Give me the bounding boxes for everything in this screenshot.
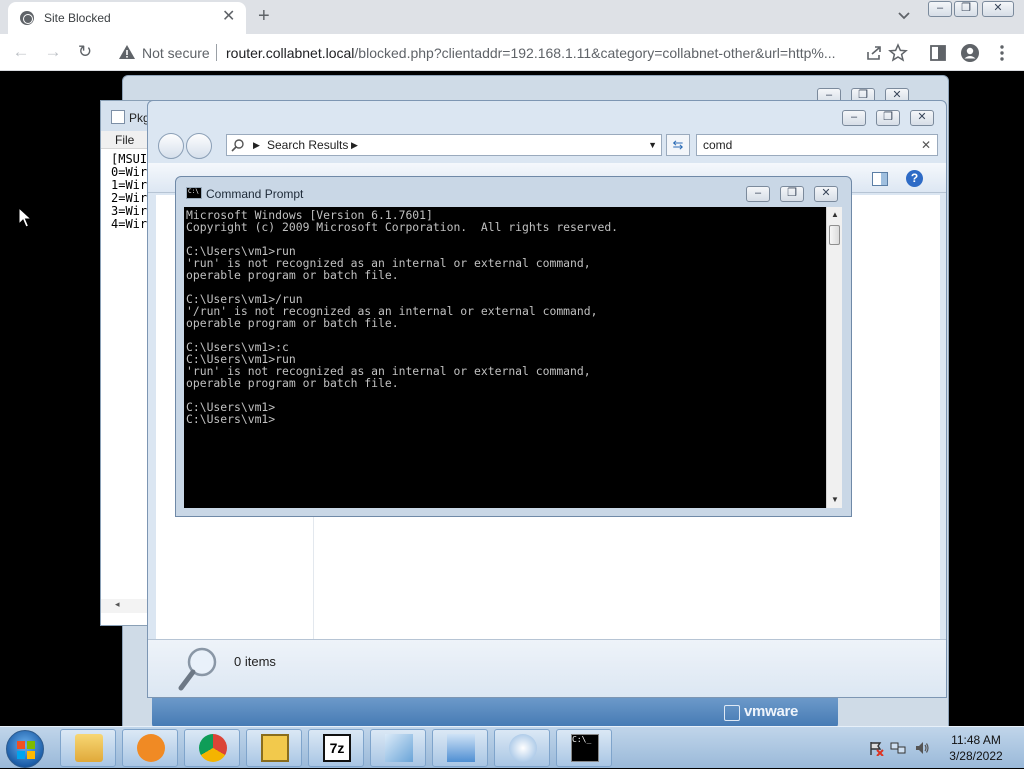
clear-search-icon[interactable]: ✕: [921, 138, 931, 152]
vmware-bar: vmware: [152, 698, 838, 728]
clock-time: 11:48 AM: [951, 733, 1001, 747]
volume-icon[interactable]: [914, 740, 930, 756]
scroll-left-arrow-icon[interactable]: ◂: [115, 599, 120, 609]
address-bar[interactable]: Not secure router.collabnet.local/blocke…: [104, 37, 884, 67]
control-panel-icon: [447, 734, 475, 762]
url-text[interactable]: router.collabnet.local/blocked.php?clien…: [226, 45, 854, 61]
scroll-thumb[interactable]: [829, 225, 840, 245]
system-tray: 11:48 AM 3/28/2022: [864, 727, 1024, 769]
taskbar-media-player[interactable]: [122, 729, 178, 767]
vmware-logo-icon: [724, 705, 740, 721]
url-host: router.collabnet.local: [226, 45, 355, 61]
browser-toolbar: ← → ↻ Not secure router.collabnet.local/…: [0, 34, 1024, 71]
magnifier-icon: [178, 647, 217, 691]
taskbar-command-prompt[interactable]: C:\_: [556, 729, 612, 767]
command-prompt-window[interactable]: Command Prompt – ❐ ✕ Microsoft Windows […: [175, 176, 852, 517]
taskbar-control-panel[interactable]: [432, 729, 488, 767]
action-center-flag-icon[interactable]: [868, 740, 884, 757]
mouse-cursor-icon: [18, 207, 32, 228]
details-pane: 0 items: [148, 639, 946, 697]
explorer-search-input[interactable]: comd ✕: [696, 134, 938, 156]
preview-pane-icon[interactable]: [872, 172, 888, 186]
notepad-line: 4=Wir: [111, 217, 148, 231]
vm-desktop: – ❐ ✕ vmware Pkg File [MSUI 0=Wir 1=Wir 2=W…: [0, 72, 1024, 768]
address-dropdown-icon[interactable]: ▼: [648, 140, 657, 150]
help-icon[interactable]: ?: [906, 170, 923, 187]
reload-icon[interactable]: ↻: [74, 41, 96, 63]
scroll-down-arrow-icon[interactable]: ▼: [831, 495, 839, 504]
breadcrumb-arrow-icon[interactable]: ▶: [351, 140, 358, 151]
restore-button[interactable]: ❐: [954, 1, 978, 17]
security-label[interactable]: Not secure: [142, 45, 210, 61]
forward-arrow-icon[interactable]: →: [42, 41, 64, 63]
omnibox-divider: [216, 44, 217, 61]
url-path: /blocked.php?clientaddr=192.168.1.11&cat…: [354, 45, 836, 61]
console-vscrollbar[interactable]: ▲ ▼: [826, 207, 842, 508]
kebab-menu-icon[interactable]: [992, 43, 1012, 63]
taskbar-chrome[interactable]: [184, 729, 240, 767]
browser-tabstrip: Site Blocked ✕ + – ❐ ✕: [0, 0, 1024, 34]
menu-file[interactable]: File: [115, 133, 134, 147]
taskbar-package[interactable]: [246, 729, 302, 767]
windows-taskbar: 7z C:\_ 11:48 AM 3/28/2022: [0, 726, 1024, 768]
network-icon[interactable]: [890, 740, 906, 756]
console-output[interactable]: Microsoft Windows [Version 6.1.7601] Cop…: [184, 207, 826, 508]
notepad-text[interactable]: [MSUI 0=Wir 1=Wir 2=Wir 3=Wir 4=Wir: [111, 153, 147, 231]
installer-icon: [509, 734, 537, 762]
explorer-minimize-button[interactable]: –: [842, 110, 866, 126]
search-icon: [231, 139, 244, 152]
tab-search-icon[interactable]: [896, 8, 912, 24]
new-tab-button[interactable]: +: [258, 5, 270, 27]
clock-date: 3/28/2022: [949, 749, 1003, 763]
back-arrow-icon[interactable]: ←: [10, 41, 32, 63]
scroll-up-arrow-icon[interactable]: ▲: [831, 210, 839, 219]
taskbar-explorer[interactable]: [60, 729, 116, 767]
folder-icon: [75, 734, 103, 762]
command-prompt-title: Command Prompt: [206, 187, 304, 201]
tab-close-button[interactable]: ✕: [222, 8, 235, 26]
item-count: 0 items: [234, 654, 276, 669]
cmd-minimize-button[interactable]: –: [746, 186, 770, 202]
taskbar-notepad[interactable]: [370, 729, 426, 767]
vmware-logo: vmware: [744, 703, 799, 720]
taskbar-7zip[interactable]: 7z: [308, 729, 364, 767]
notepad-icon: [111, 110, 125, 124]
side-panel-icon[interactable]: [928, 43, 948, 63]
minimize-button[interactable]: –: [928, 1, 952, 17]
browser-tab[interactable]: Site Blocked ✕: [8, 2, 246, 34]
profile-avatar-icon[interactable]: [960, 43, 980, 63]
explorer-restore-button[interactable]: ❐: [876, 110, 900, 126]
explorer-forward-button[interactable]: [186, 133, 212, 159]
notepad-app-icon: [385, 734, 413, 762]
command-prompt-icon: [186, 187, 202, 199]
taskbar-clock[interactable]: 11:48 AM 3/28/2022: [944, 732, 1008, 764]
explorer-address-bar[interactable]: ▶ Search Results ▶ ▼: [226, 134, 662, 156]
cmd-close-button[interactable]: ✕: [814, 186, 838, 202]
windows-logo-icon: [17, 741, 35, 759]
explorer-close-button[interactable]: ✕: [910, 110, 934, 126]
taskbar-installer[interactable]: [494, 729, 550, 767]
cmd-restore-button[interactable]: ❐: [780, 186, 804, 202]
start-button[interactable]: [6, 730, 44, 768]
search-query: comd: [703, 138, 733, 152]
globe-icon: [20, 11, 34, 25]
refresh-button[interactable]: ⇆: [666, 134, 690, 156]
tab-title: Site Blocked: [44, 11, 111, 25]
console-text: Microsoft Windows [Version 6.1.7601] Cop…: [186, 208, 619, 426]
explorer-back-button[interactable]: [158, 133, 184, 159]
bookmark-star-icon[interactable]: [888, 43, 908, 63]
share-icon[interactable]: [864, 43, 884, 63]
console-icon: C:\_: [571, 734, 599, 762]
breadcrumb-search-results[interactable]: Search Results: [267, 138, 348, 152]
warning-icon[interactable]: [118, 43, 136, 61]
close-button[interactable]: ✕: [982, 1, 1014, 17]
breadcrumb-arrow-icon[interactable]: ▶: [253, 140, 260, 151]
media-player-icon: [137, 734, 165, 762]
7zip-icon: 7z: [323, 734, 351, 762]
chrome-icon: [199, 734, 227, 762]
package-icon: [261, 734, 289, 762]
